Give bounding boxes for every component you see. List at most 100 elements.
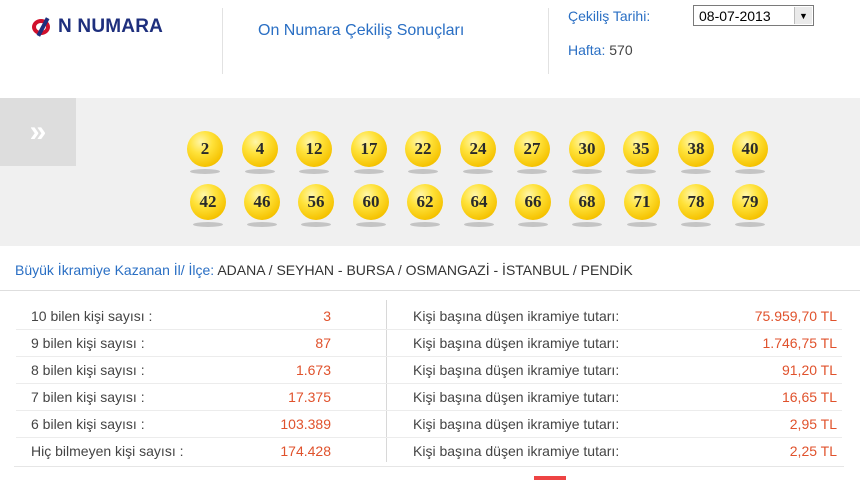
number-ball: 42 <box>190 184 226 220</box>
ball-shadow <box>301 222 331 227</box>
number-ball: 71 <box>624 184 660 220</box>
ball-shadow <box>681 222 711 227</box>
ball-shadow <box>410 222 440 227</box>
result-row: 10 bilen kişi sayısı : 3 Kişi başına düşen… <box>0 308 860 334</box>
number-ball: 78 <box>678 184 714 220</box>
ball-shadow <box>190 169 220 174</box>
logo-text: N NUMARA <box>58 16 164 37</box>
row-divider <box>16 437 842 438</box>
winner-count: 174.428 <box>280 443 331 459</box>
divider <box>0 290 860 291</box>
ball-shadow <box>572 222 602 227</box>
ball-shadow <box>626 169 656 174</box>
prize-label: Kişi başına düşen ikramiye tutarı: <box>413 308 620 324</box>
row-divider <box>16 383 842 384</box>
ball-shadow <box>735 222 765 227</box>
ball-shadow <box>681 169 711 174</box>
prize-label: Kişi başına düşen ikramiye tutarı: <box>413 416 620 432</box>
number-ball: 22 <box>405 131 441 167</box>
draw-date-label: Çekiliş Tarihi: <box>568 8 651 24</box>
header-divider <box>548 8 549 74</box>
week-label: Hafta: <box>568 42 606 58</box>
ball-shadow <box>518 222 548 227</box>
ball-shadow <box>735 169 765 174</box>
match-count-label: 8 bilen kişi sayısı : <box>31 362 145 378</box>
winner-count: 17.375 <box>288 389 331 405</box>
ball-shadow <box>463 169 493 174</box>
number-ball: 2 <box>187 131 223 167</box>
winning-numbers-panel: » 2 4 12 17 22 24 27 30 35 38 40 42 46 56 60 62 64 66 68 71… <box>0 98 860 246</box>
header-divider <box>222 8 223 74</box>
ball-shadow <box>354 169 384 174</box>
match-count-label: Hiç bilmeyen kişi sayısı : <box>31 443 184 459</box>
number-ball: 64 <box>461 184 497 220</box>
number-ball: 79 <box>732 184 768 220</box>
logo-o-icon <box>32 17 56 37</box>
number-ball: 66 <box>515 184 551 220</box>
prize-amount: 1.746,75 TL <box>762 335 837 351</box>
prize-amount: 2,95 TL <box>789 416 837 432</box>
draw-date-value: 08-07-2013 <box>699 8 771 24</box>
number-ball: 30 <box>569 131 605 167</box>
number-ball: 35 <box>623 131 659 167</box>
prize-amount: 16,65 TL <box>781 389 837 405</box>
result-row: 6 bilen kişi sayısı : 103.389 Kişi başına … <box>0 416 860 442</box>
match-count-label: 7 bilen kişi sayısı : <box>31 389 145 405</box>
divider <box>14 466 844 467</box>
draw-date-select[interactable]: 08-07-2013 ▼ <box>693 5 814 26</box>
ball-shadow <box>517 169 547 174</box>
footer-marker <box>534 476 566 480</box>
number-ball: 62 <box>407 184 443 220</box>
ball-shadow <box>245 169 275 174</box>
match-count-label: 10 bilen kişi sayısı : <box>31 308 153 324</box>
row-divider <box>16 410 842 411</box>
number-ball: 24 <box>460 131 496 167</box>
winner-count: 103.389 <box>280 416 331 432</box>
winner-count: 1.673 <box>295 362 331 378</box>
number-ball: 17 <box>351 131 387 167</box>
number-ball: 46 <box>244 184 280 220</box>
winner-count: 87 <box>315 335 331 351</box>
double-chevron-right-icon[interactable]: » <box>0 98 76 166</box>
prize-label: Kişi başına düşen ikramiye tutarı: <box>413 389 620 405</box>
number-ball: 4 <box>242 131 278 167</box>
ball-shadow <box>247 222 277 227</box>
week-info: Hafta: 570 <box>568 42 633 58</box>
match-count-label: 9 bilen kişi sayısı : <box>31 335 145 351</box>
number-ball: 56 <box>298 184 334 220</box>
prize-label: Kişi başına düşen ikramiye tutarı: <box>413 362 620 378</box>
number-ball: 60 <box>353 184 389 220</box>
header: N NUMARA On Numara Çekiliş Sonuçları Çek… <box>0 0 860 98</box>
result-row: 8 bilen kişi sayısı : 1.673 Kişi başına dü… <box>0 362 860 388</box>
week-value: 570 <box>609 42 633 58</box>
number-ball: 40 <box>732 131 768 167</box>
ball-shadow <box>408 169 438 174</box>
ball-shadow <box>464 222 494 227</box>
dropdown-arrow-icon[interactable]: ▼ <box>794 7 812 24</box>
match-count-label: 6 bilen kişi sayısı : <box>31 416 145 432</box>
jackpot-winner-cities: ADANA / SEYHAN - BURSA / OSMANGAZİ - İST… <box>217 262 633 278</box>
page-title: On Numara Çekiliş Sonuçları <box>258 22 465 39</box>
result-row: 9 bilen kişi sayısı : 87 Kişi başına düşen… <box>0 335 860 361</box>
number-ball: 27 <box>514 131 550 167</box>
prize-amount: 91,20 TL <box>781 362 837 378</box>
ball-shadow <box>193 222 223 227</box>
result-row: 7 bilen kişi sayısı : 17.375 Kişi başına d… <box>0 389 860 415</box>
number-ball: 38 <box>678 131 714 167</box>
ball-shadow <box>627 222 657 227</box>
prize-amount: 75.959,70 TL <box>754 308 837 324</box>
number-ball: 68 <box>569 184 605 220</box>
prize-amount: 2,25 TL <box>789 443 837 459</box>
ball-shadow <box>299 169 329 174</box>
prize-label: Kişi başına düşen ikramiye tutarı: <box>413 335 620 351</box>
winner-count: 3 <box>323 308 331 324</box>
jackpot-winner-label: Büyük İkramiye Kazanan İl/ İlçe: <box>15 262 215 278</box>
ball-shadow <box>356 222 386 227</box>
row-divider <box>16 329 842 330</box>
ball-shadow <box>572 169 602 174</box>
row-divider <box>16 356 842 357</box>
jackpot-winner-locations: Büyük İkramiye Kazanan İl/ İlçe: ADANA /… <box>15 262 633 278</box>
number-ball: 12 <box>296 131 332 167</box>
prize-label: Kişi başına düşen ikramiye tutarı: <box>413 443 620 459</box>
on-numara-logo[interactable]: N NUMARA <box>32 14 163 40</box>
